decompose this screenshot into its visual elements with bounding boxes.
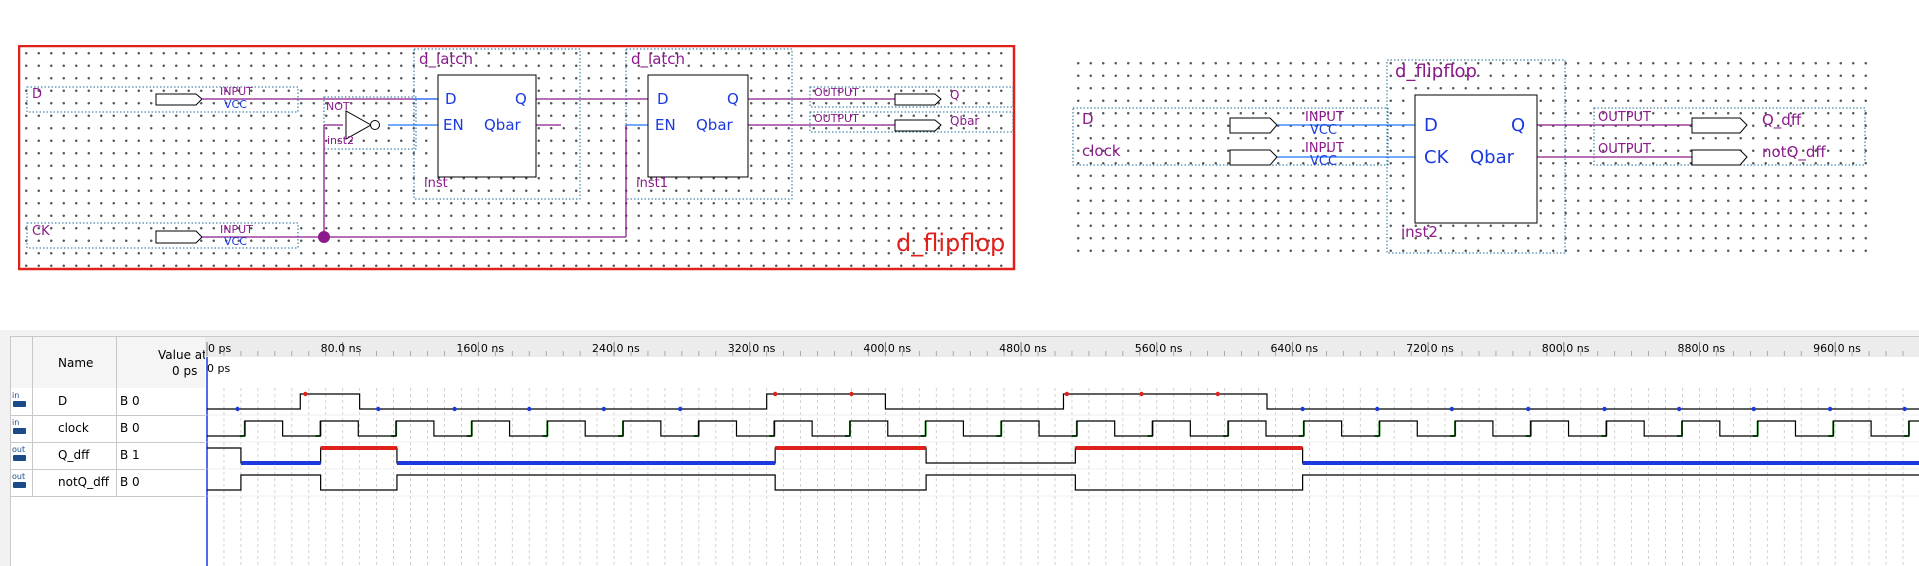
sample-dot	[1449, 406, 1455, 412]
sample-dot	[527, 406, 532, 412]
latch2-instance: inst1	[636, 176, 668, 191]
output-q-type: OUTPUT	[814, 86, 859, 99]
sample-dot	[677, 406, 683, 412]
ff-pin-q: Q	[1511, 115, 1526, 136]
input-d-type: INPUT	[220, 85, 253, 98]
waveform-trace[interactable]	[207, 447, 1919, 464]
output-pin-qbar-icon[interactable]	[894, 119, 942, 132]
ruler-tick-label: 800.0 ns	[1542, 342, 1590, 355]
sample-dot	[452, 406, 457, 412]
not-instance: inst2	[327, 134, 355, 147]
sample-dot	[1525, 406, 1531, 412]
output-qdff-type: OUTPUT	[1598, 110, 1651, 125]
sample-dot	[772, 391, 778, 397]
waveform-trace[interactable]	[207, 393, 1919, 410]
ruler-tick-label: 80.0 ns	[321, 342, 362, 355]
ff-instance: inst2	[1401, 223, 1438, 241]
design-title: d_flipflop	[896, 229, 1006, 257]
input-clock-default: VCC	[1310, 154, 1338, 169]
latch1-pin-en: EN	[443, 116, 464, 134]
waveform-editor: Name Value at 0 ps in D B 0 in clock B 0 out Q_…	[0, 330, 1919, 566]
output-notqdff-name: notQ_dff	[1762, 143, 1826, 161]
latch2-pin-en: EN	[655, 116, 676, 134]
junction-dot	[318, 231, 330, 243]
output-pin-notqdff-icon[interactable]	[1691, 149, 1748, 166]
sample-dot	[1902, 406, 1907, 412]
ruler-tick-label: 640.0 ns	[1270, 342, 1318, 355]
ruler-tick-label: 0 ps	[208, 342, 231, 355]
sample-dot	[1064, 391, 1070, 397]
ruler-tick-label: 320.0 ns	[728, 342, 776, 355]
input-pin-d-icon[interactable]	[155, 93, 203, 106]
sample-dot	[1602, 406, 1607, 412]
output-notqdff-type: OUTPUT	[1598, 142, 1651, 157]
output-q-name: Q	[950, 88, 960, 102]
output-qdff-name: Q_dff	[1762, 111, 1802, 129]
ff-pin-qbar: Qbar	[1470, 147, 1515, 168]
input-pin-ck-icon[interactable]	[155, 230, 203, 244]
sample-dot	[601, 406, 607, 412]
waveform-trace[interactable]	[207, 474, 1919, 491]
ruler-tick-label: 560.0 ns	[1135, 342, 1183, 355]
latch2-pin-q: Q	[727, 90, 739, 108]
ruler-tick-label: 240.0 ns	[592, 342, 640, 355]
sample-dot	[1215, 391, 1221, 397]
latch2-pin-qbar: Qbar	[696, 116, 733, 134]
schematic-left-canvas	[18, 45, 1016, 271]
sample-dot	[1375, 406, 1380, 412]
sample-dot	[849, 391, 854, 397]
sample-dot	[376, 406, 381, 412]
ruler-tick-label: 880.0 ns	[1677, 342, 1725, 355]
input-pin-d-icon[interactable]	[1229, 117, 1278, 134]
ff-pin-d: D	[1424, 115, 1438, 136]
ruler-tick-label: 720.0 ns	[1406, 342, 1454, 355]
sample-dot	[235, 406, 240, 412]
input-ck-default: VCC	[224, 235, 247, 248]
not-bubble-icon	[370, 120, 380, 130]
ff-title: d_flipflop	[1395, 61, 1477, 82]
latch1-pin-d: D	[445, 90, 457, 108]
sample-dot	[1676, 406, 1682, 412]
waveform-trace[interactable]	[207, 420, 1919, 437]
sample-dot	[303, 391, 308, 397]
input-clock-name: clock	[1082, 142, 1121, 160]
latch2-pin-d: D	[657, 90, 669, 108]
sample-dot	[1827, 406, 1833, 412]
schematic-right: d_flipflop D CK Q Qbar inst2 D INPUT VCC…	[1070, 55, 1870, 255]
latch1-pin-q: Q	[515, 90, 527, 108]
schematic-left: D INPUT VCC CK INPUT VCC NOT inst2 d_lat…	[18, 45, 1016, 272]
waveform-canvas: 0 ps 80.0 ns 160.0 ns 240.0 ns 320.0 ns 400.0…	[205, 342, 1919, 566]
output-pin-q-icon[interactable]	[894, 93, 942, 106]
sample-dot	[1751, 406, 1756, 412]
ruler-tick-label: 960.0 ns	[1813, 342, 1861, 355]
input-d-default: VCC	[224, 98, 247, 111]
input-d-name: D	[1082, 110, 1094, 128]
ruler-tick-label: 160.0 ns	[456, 342, 504, 355]
output-qbar-type: OUTPUT	[814, 112, 859, 125]
ruler-tick-label: 480.0 ns	[999, 342, 1047, 355]
not-label: NOT	[326, 100, 350, 113]
ruler-tick-label: 400.0 ns	[863, 342, 911, 355]
latch1-pin-qbar: Qbar	[484, 116, 521, 134]
output-pin-qdff-icon[interactable]	[1691, 117, 1748, 134]
latch2-title: d_latch	[631, 50, 686, 68]
input-pin-clock-icon[interactable]	[1229, 149, 1278, 166]
input-d-name: D	[32, 87, 43, 102]
input-d-default: VCC	[1310, 123, 1338, 138]
output-qbar-name: Qbar	[950, 114, 980, 128]
sample-dot	[1139, 391, 1144, 397]
input-ck-name: CK	[32, 224, 50, 239]
sample-dot	[1300, 406, 1305, 412]
latch1-instance: inst	[424, 176, 448, 191]
ff-pin-ck: CK	[1424, 147, 1449, 168]
latch1-title: d_latch	[419, 50, 474, 68]
